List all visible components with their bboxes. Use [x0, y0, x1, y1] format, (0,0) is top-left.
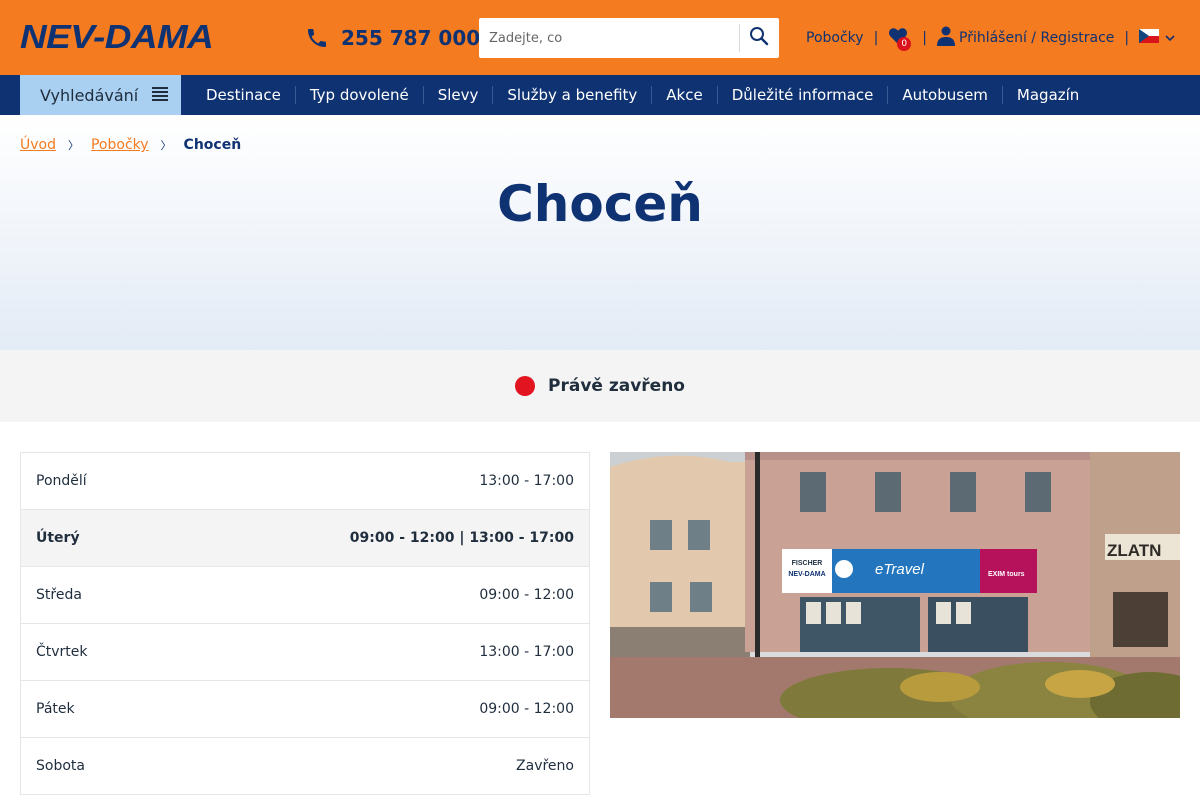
nav-item-typ-dovolene[interactable]: Typ dovolené — [294, 86, 423, 104]
hours-day: Čtvrtek — [36, 644, 88, 660]
status-indicator — [515, 376, 535, 396]
phone-number[interactable]: 255 787 000 — [341, 26, 480, 50]
branch-photo-illustration: ZLATN FISCHER NEV-DAMA eTravel EXIM tour… — [610, 452, 1180, 718]
sign-exim: EXIM tours — [988, 571, 1025, 578]
hero-section: Úvod 〉 Pobočky 〉 Choceň Choceň — [0, 115, 1200, 350]
search-button[interactable] — [739, 18, 779, 58]
nav-item-akce[interactable]: Akce — [651, 86, 716, 104]
sign-fischer: FISCHER — [792, 560, 823, 567]
hours-row: Sobota Zavřeno — [21, 738, 589, 795]
sign-etravel: eTravel — [875, 561, 925, 578]
top-links: Pobočky | 0 | Přihlášení / Registrace | — [806, 26, 1175, 51]
nav-item-dulezite-informace[interactable]: Důležité informace — [716, 86, 888, 104]
branch-photo: ZLATN FISCHER NEV-DAMA eTravel EXIM tour… — [610, 452, 1180, 718]
user-icon — [937, 26, 955, 50]
search-box — [479, 18, 779, 58]
chevron-down-icon — [1165, 30, 1175, 46]
hours-time: 09:00 - 12:00 | 13:00 - 17:00 — [349, 530, 574, 546]
separator: | — [873, 30, 879, 46]
logo-text: NEV-DAMA — [20, 18, 214, 55]
nav-search-label: Vyhledávání — [40, 85, 139, 105]
sign-nevdama: NEV-DAMA — [788, 571, 825, 578]
main-navigation: Vyhledávání Destinace Typ dovolené Slevy… — [0, 75, 1200, 115]
breadcrumb-separator: 〉 — [160, 139, 172, 152]
breadcrumb-home-link[interactable]: Úvod — [20, 137, 56, 153]
nav-search-toggle[interactable]: Vyhledávání — [20, 75, 181, 115]
opening-hours-table: Pondělí 13:00 - 17:00 Úterý 09:00 - 12:0… — [20, 452, 590, 795]
branches-link[interactable]: Pobočky — [806, 30, 864, 46]
hours-time: 09:00 - 12:00 — [479, 587, 574, 603]
nav-item-magazin[interactable]: Magazín — [1001, 86, 1093, 104]
separator: | — [1124, 30, 1130, 46]
hours-row-today: Úterý 09:00 - 12:00 | 13:00 - 17:00 — [21, 510, 589, 567]
search-divider — [739, 24, 740, 52]
shop-sign-zlatn: ZLATN — [1107, 541, 1161, 560]
hours-day: Pátek — [36, 701, 75, 717]
page-title: Choceň — [497, 175, 703, 233]
search-input[interactable] — [479, 18, 739, 58]
hours-row: Pondělí 13:00 - 17:00 — [21, 453, 589, 510]
nav-item-sluzby-a-benefity[interactable]: Služby a benefity — [492, 86, 651, 104]
phone-contact[interactable]: 255 787 000 — [305, 24, 480, 52]
opening-status: Právě zavřeno — [0, 350, 1200, 422]
favorites-count-badge: 0 — [897, 37, 912, 51]
hours-time: 13:00 - 17:00 — [479, 644, 574, 660]
hours-row: Pátek 09:00 - 12:00 — [21, 681, 589, 738]
nav-item-autobusem[interactable]: Autobusem — [887, 86, 1002, 104]
nav-items: Destinace Typ dovolené Slevy Služby a be… — [192, 75, 1093, 115]
favorites-button[interactable]: 0 — [888, 28, 912, 51]
top-header: NEV-DAMA 255 787 000 Pobočky | 0 | — [0, 0, 1200, 75]
login-link[interactable]: Přihlášení / Registrace — [937, 26, 1114, 50]
language-selector[interactable] — [1139, 29, 1175, 47]
hours-day: Středa — [36, 587, 82, 603]
hours-time: 13:00 - 17:00 — [479, 473, 574, 489]
phone-icon — [305, 26, 329, 50]
hours-day: Sobota — [36, 758, 85, 774]
nav-item-destinace[interactable]: Destinace — [192, 86, 295, 104]
breadcrumb-current: Choceň — [183, 137, 242, 153]
hours-day: Pondělí — [36, 473, 87, 489]
hours-row: Čtvrtek 13:00 - 17:00 — [21, 624, 589, 681]
nav-item-slevy[interactable]: Slevy — [422, 86, 493, 104]
hours-day: Úterý — [36, 530, 80, 546]
breadcrumb: Úvod 〉 Pobočky 〉 Choceň — [20, 137, 241, 153]
logo[interactable]: NEV-DAMA — [20, 20, 214, 53]
hours-time: Zavřeno — [516, 758, 574, 774]
status-text: Právě zavřeno — [548, 376, 685, 396]
hours-row: Středa 09:00 - 12:00 — [21, 567, 589, 624]
czech-flag-icon — [1139, 29, 1160, 47]
search-icon — [749, 26, 769, 50]
breadcrumb-separator: 〉 — [67, 139, 79, 152]
hours-time: 09:00 - 12:00 — [479, 701, 574, 717]
breadcrumb-branches-link[interactable]: Pobočky — [91, 137, 149, 153]
menu-icon — [152, 86, 169, 105]
separator: | — [922, 30, 927, 46]
login-label: Přihlášení / Registrace — [959, 30, 1115, 46]
